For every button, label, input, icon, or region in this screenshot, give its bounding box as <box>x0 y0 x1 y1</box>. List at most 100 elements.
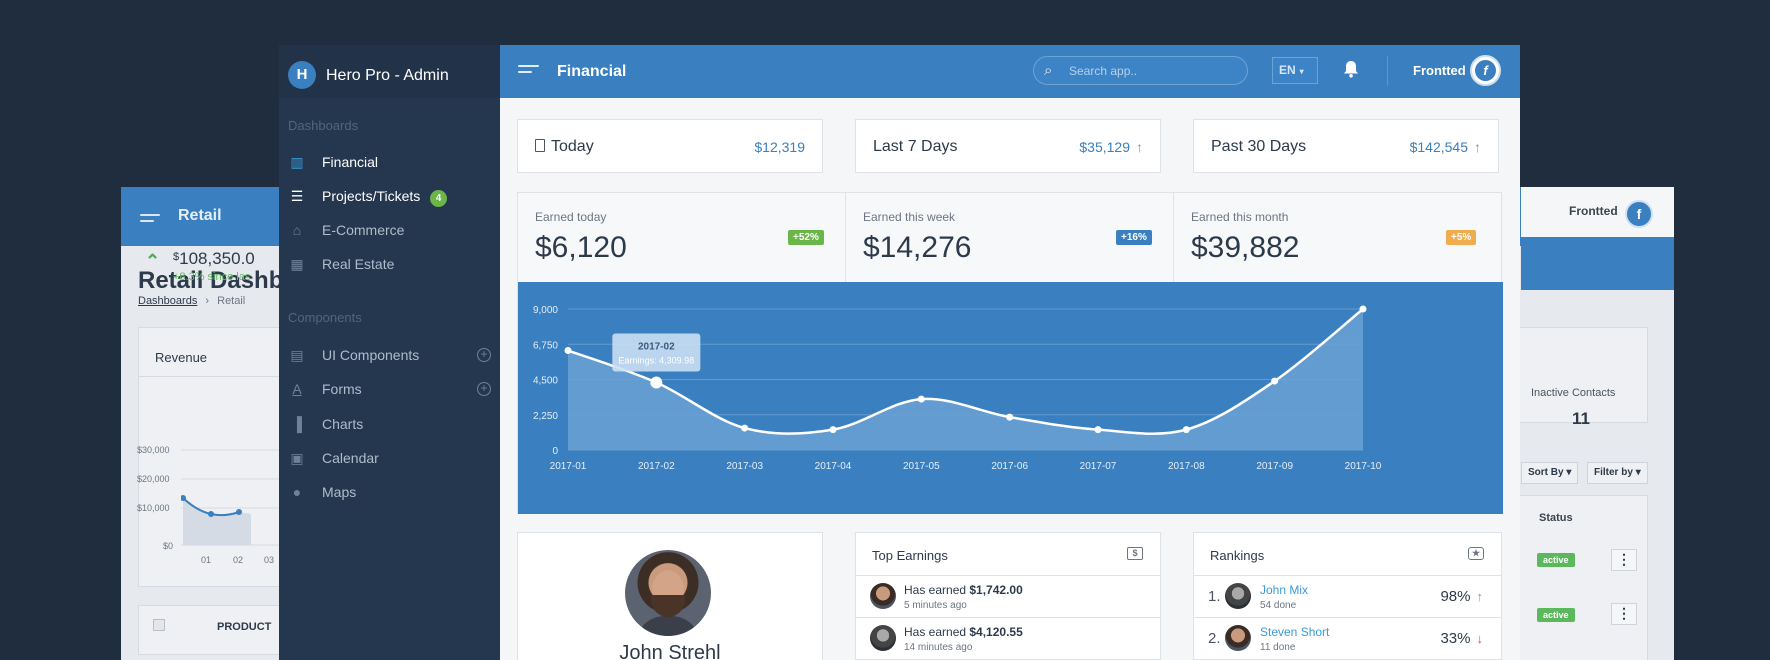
chart-x-tick-label: 2017-02 <box>638 461 675 472</box>
arrow-up-icon: ↑ <box>1474 139 1481 155</box>
chart-data-point <box>741 424 749 432</box>
sidebar-item-forms[interactable]: A Forms + <box>279 375 500 405</box>
language-select[interactable]: EN ▾ <box>1272 57 1318 84</box>
chart-tooltip-title: 2017-02 <box>638 341 675 352</box>
column-chart-icon: ▐ <box>292 416 302 432</box>
brand[interactable]: H Hero Pro - Admin <box>279 45 500 98</box>
ranked-user-link[interactable]: Steven Short <box>1260 625 1329 639</box>
sidebar-item-charts[interactable]: ▐ Charts <box>279 410 500 440</box>
list-item[interactable]: 1. John Mix 54 done 98% ↑ <box>1194 576 1501 618</box>
select-all-checkbox[interactable] <box>153 619 165 631</box>
breadcrumb-separator: › <box>205 295 210 307</box>
list-item[interactable]: Has earned $1,742.00 5 minutes ago <box>856 576 1160 618</box>
sidebar-item-label: Forms <box>322 381 362 397</box>
user-name[interactable]: Frontted <box>1413 63 1466 78</box>
breadcrumb: Dashboards › Retail <box>138 295 245 307</box>
summary-label: Today <box>551 138 594 155</box>
chart-data-point <box>1094 426 1102 434</box>
revenue-x-tick: 01 <box>201 555 212 565</box>
avatar <box>870 625 896 651</box>
search-icon: ⌕ <box>1044 62 1053 79</box>
summary-value: $142,545 ↑ <box>1410 139 1481 155</box>
sort-by-label: Sort By <box>1528 467 1564 478</box>
library-icon: ▤ <box>290 347 304 363</box>
building-icon: ▦ <box>290 256 304 272</box>
row-more-button[interactable]: ⋮ <box>1611 549 1637 571</box>
sidebar-item-maps[interactable]: ● Maps <box>279 478 500 508</box>
sidebar-item-label: Charts <box>322 416 364 432</box>
list-item[interactable]: Has earned $4,120.55 14 minutes ago <box>856 618 1160 660</box>
chart-x-tick-label: 2017-10 <box>1345 461 1382 472</box>
search-input[interactable] <box>1069 62 1239 80</box>
sort-by-dropdown[interactable]: Sort By ▾ <box>1521 462 1579 484</box>
inactive-contacts-value: 11 <box>1572 409 1590 428</box>
ranked-user-link[interactable]: John Mix <box>1260 583 1308 597</box>
menu-icon[interactable] <box>140 214 160 226</box>
sidebar-item-e-commerce[interactable]: ⌂ E-Commerce <box>279 216 500 246</box>
product-column-header[interactable]: PRODUCT <box>217 621 271 633</box>
caret-down-icon: ▾ <box>1566 467 1572 478</box>
filter-by-dropdown[interactable]: Filter by ▾ <box>1587 462 1648 484</box>
summary-value: $12,319 <box>754 139 805 155</box>
rank-percent-value: 33% <box>1440 630 1471 647</box>
summary-label: Past 30 Days <box>1211 138 1307 155</box>
sidebar-item-projects-tickets[interactable]: ☰ Projects/Tickets 4 <box>279 182 500 212</box>
retail-user-name[interactable]: Frontted <box>1569 204 1618 218</box>
chart-y-tick-label: 6,750 <box>533 340 558 351</box>
status-badge: active <box>1537 608 1575 622</box>
expand-plus-icon[interactable]: + <box>477 348 491 362</box>
summary-card-today[interactable]: Today $12,319 <box>517 119 823 173</box>
summary-value: $35,129 ↑ <box>1079 139 1143 155</box>
revenue-card-title: Revenue <box>155 350 208 365</box>
language-value: EN <box>1279 63 1296 77</box>
sidebar-item-financial[interactable]: ▥ Financial <box>279 148 500 178</box>
brand-name: Hero Pro - Admin <box>326 67 449 84</box>
chart-y-tick-label: 9,000 <box>533 305 558 316</box>
profile-card: John Strehl <box>517 532 823 660</box>
notifications-bell-icon[interactable] <box>1343 60 1359 83</box>
earning-prefix: Has earned <box>904 583 970 597</box>
search-box[interactable]: ⌕ <box>1033 56 1248 85</box>
summary-amount: $35,129 <box>1079 139 1130 155</box>
chart-x-tick-label: 2017-09 <box>1256 461 1293 472</box>
sidebar-item-calendar[interactable]: ▣ Calendar <box>279 444 500 474</box>
earnings-chart-area: 0 2,250 4,500 6,750 9,000 2017-01 2017-02 2017-… <box>518 282 1503 514</box>
chart-data-point <box>564 347 572 355</box>
star-ticket-icon: ★ <box>1468 547 1484 560</box>
list-item[interactable]: 2. Steven Short 11 done 33% ↓ <box>1194 618 1501 660</box>
card-title: Rankings <box>1210 548 1265 563</box>
revenue-x-tick: 02 <box>233 555 244 565</box>
sidebar-item-real-estate[interactable]: ▦ Real Estate <box>279 250 500 280</box>
inactive-contacts-label: Inactive Contacts <box>1531 387 1616 399</box>
profile-avatar[interactable] <box>625 550 711 636</box>
done-count: 11 done <box>1260 642 1296 653</box>
breadcrumb-dashboards-link[interactable]: Dashboards <box>138 295 197 307</box>
rank-percent-value: 98% <box>1440 588 1471 605</box>
earning-text: Has earned $4,120.55 <box>904 625 1023 639</box>
caret-down-icon: ▾ <box>1635 467 1641 478</box>
profile-name: John Strehl <box>619 642 721 660</box>
server-icon: ☰ <box>290 188 304 204</box>
earning-amount: $1,742.00 <box>969 583 1023 597</box>
user-avatar-logo-icon[interactable]: f <box>1470 55 1501 86</box>
chart-x-tick-label: 2017-03 <box>726 461 763 472</box>
summary-card-last-7-days[interactable]: Last 7 Days $35,129 ↑ <box>855 119 1161 173</box>
count-badge: 4 <box>430 190 447 207</box>
rank-percent: 98% ↑ <box>1440 588 1483 605</box>
summary-label-wrap: Today <box>535 138 594 156</box>
sidebar-item-label: E-Commerce <box>322 222 405 238</box>
earnings-stats: Earned today $6,120 +52% Earned this wee… <box>518 193 1501 282</box>
retail-user-logo-icon[interactable]: f <box>1625 200 1653 228</box>
earned-today-stat: Earned today $6,120 +52% <box>518 193 846 282</box>
percent-badge: +5% <box>1446 230 1477 245</box>
expand-plus-icon[interactable]: + <box>477 382 491 396</box>
row-more-button[interactable]: ⋮ <box>1611 603 1637 625</box>
earning-amount: $4,120.55 <box>969 625 1023 639</box>
summary-card-past-30-days[interactable]: Past 30 Days $142,545 ↑ <box>1193 119 1499 173</box>
avatar <box>1225 625 1251 651</box>
menu-icon[interactable] <box>518 65 539 77</box>
chart-data-point <box>1182 426 1190 434</box>
sidebar-item-ui-components[interactable]: ▤ UI Components + <box>279 341 500 371</box>
status-column-header: Status <box>1539 512 1573 524</box>
earning-prefix: Has earned <box>904 625 970 639</box>
